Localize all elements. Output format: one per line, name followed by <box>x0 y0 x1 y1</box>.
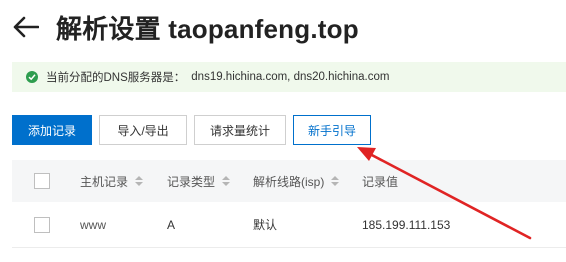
add-record-button[interactable]: 添加记录 <box>12 115 92 145</box>
column-header-type[interactable]: 记录类型 <box>167 173 231 190</box>
request-stats-button[interactable]: 请求量统计 <box>194 115 286 145</box>
column-label: 主机记录 <box>80 174 129 189</box>
column-label: 解析线路(isp) <box>253 174 325 189</box>
sort-icon[interactable] <box>331 176 340 186</box>
record-toolbar: 添加记录 导入/导出 请求量统计 新手引导 <box>12 115 371 145</box>
page-header: 解析设置 taopanfeng.top <box>12 8 359 46</box>
dns-notice-banner: 当前分配的DNS服务器是： dns19.hichina.com, dns20.h… <box>12 62 566 92</box>
column-header-host[interactable]: 主机记录 <box>80 173 144 190</box>
sort-icon[interactable] <box>222 176 231 186</box>
cell-host: www <box>80 217 106 232</box>
column-header-value: 记录值 <box>362 173 398 190</box>
page-title: 解析设置 taopanfeng.top <box>56 13 359 44</box>
cell-type: A <box>167 217 176 232</box>
sort-icon[interactable] <box>135 176 144 186</box>
beginner-guide-button[interactable]: 新手引导 <box>293 115 371 145</box>
column-label: 记录类型 <box>167 174 216 189</box>
check-circle-icon <box>26 71 38 83</box>
cell-value: 185.199.111.153 <box>362 217 451 232</box>
select-all-checkbox[interactable] <box>34 173 50 189</box>
import-export-button[interactable]: 导入/导出 <box>99 115 187 145</box>
table-row: www A 默认 185.199.111.153 <box>12 202 566 248</box>
dns-records-table: 主机记录 记录类型 解析线路(isp) 记录值 www A 默认 185.199… <box>12 160 566 262</box>
table-header: 主机记录 记录类型 解析线路(isp) 记录值 <box>12 160 566 202</box>
table-row <box>12 248 566 262</box>
column-header-line[interactable]: 解析线路(isp) <box>253 173 340 190</box>
back-arrow-icon[interactable] <box>12 13 40 41</box>
dns-servers-text: dns19.hichina.com, dns20.hichina.com <box>191 71 390 83</box>
cell-line: 默认 <box>253 218 278 232</box>
column-label: 记录值 <box>362 174 399 189</box>
row-checkbox[interactable] <box>34 216 50 233</box>
notice-prefix: 当前分配的DNS服务器是： <box>46 72 186 84</box>
